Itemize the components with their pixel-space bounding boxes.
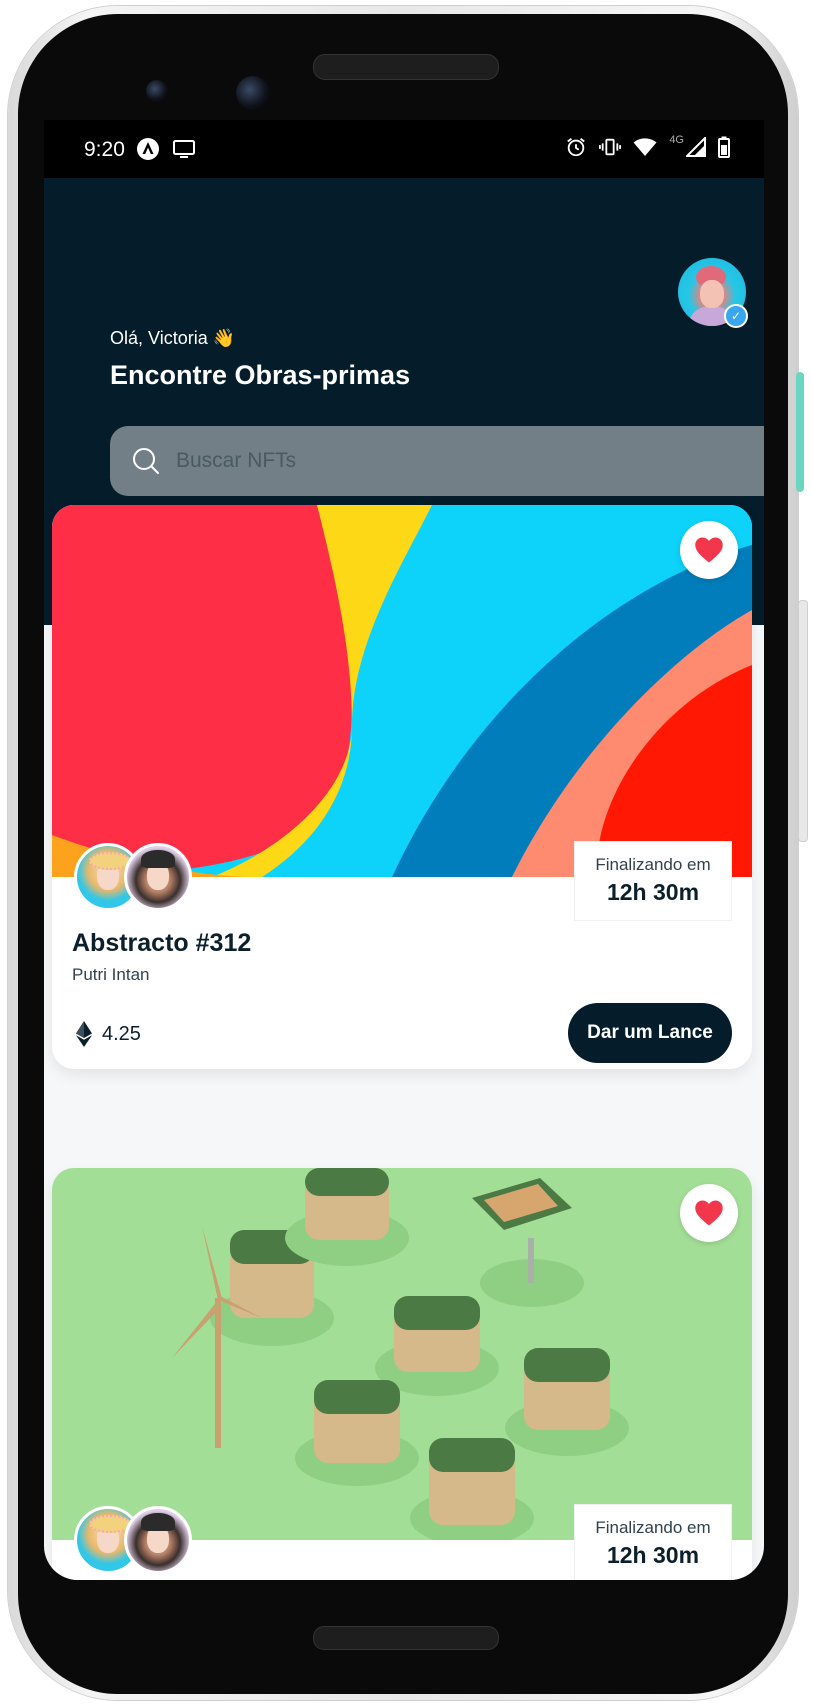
- nft-image-abstract[interactable]: [52, 505, 752, 877]
- timer-label: Finalizando em: [595, 1518, 711, 1537]
- front-camera: [236, 76, 270, 110]
- vibrate-icon: [599, 138, 622, 156]
- timer-value: 12h 30m: [606, 1542, 700, 1568]
- nft-title: Abstracto #312: [72, 929, 252, 957]
- search-bar[interactable]: [110, 426, 764, 496]
- page-title: Encontre Obras-primas: [110, 360, 411, 390]
- heart-icon: [695, 537, 723, 563]
- auction-timer: Finalizando em 12h 30m: [574, 1504, 732, 1580]
- search-icon: [133, 448, 159, 474]
- app-notification-icon: [137, 138, 159, 160]
- owner-avatar[interactable]: [124, 843, 192, 911]
- owner-avatars: [74, 843, 204, 913]
- status-time: 9:20: [84, 138, 125, 161]
- favorite-button[interactable]: [680, 1184, 738, 1242]
- bottom-speaker: [313, 1626, 499, 1650]
- greeting-text: Olá, Victoria 👋: [110, 328, 236, 348]
- app-screen: 9:20 4G ✓ Olá, Victoria 👋 Encontre Obras…: [44, 120, 764, 1580]
- profile-avatar[interactable]: ✓: [678, 258, 748, 328]
- place-bid-button[interactable]: Dar um Lance: [568, 1003, 732, 1063]
- price-value: 4.25: [102, 1022, 141, 1045]
- nft-creator: Putri Intan: [72, 965, 150, 984]
- owner-avatar[interactable]: [124, 1506, 192, 1574]
- timer-value: 12h 30m: [606, 879, 700, 905]
- owner-avatars: [74, 1506, 204, 1576]
- nft-price: 4.25: [76, 1021, 141, 1047]
- abstract-artwork: [52, 505, 752, 877]
- ethereum-icon: [76, 1021, 92, 1047]
- battery-icon: [718, 136, 730, 158]
- network-type: 4G: [669, 134, 684, 146]
- heart-icon: [695, 1200, 723, 1226]
- timer-label: Finalizando em: [595, 855, 711, 874]
- verified-badge-icon: ✓: [724, 304, 748, 328]
- auction-timer: Finalizando em 12h 30m: [574, 841, 732, 921]
- earpiece-speaker: [313, 54, 499, 80]
- isometric-artwork: [52, 1168, 752, 1540]
- signal-icon: [686, 137, 706, 157]
- favorite-button[interactable]: [680, 521, 738, 579]
- nft-image-isometric[interactable]: [52, 1168, 752, 1540]
- volume-button: [798, 600, 808, 842]
- search-input[interactable]: [174, 448, 764, 474]
- wifi-icon: [633, 138, 657, 156]
- nft-card[interactable]: Finalizando em 12h 30m: [52, 1168, 752, 1580]
- cast-icon: [173, 140, 195, 158]
- nft-card[interactable]: Finalizando em 12h 30m Abstracto #312 Pu…: [52, 505, 752, 1069]
- alarm-icon: [567, 138, 586, 157]
- front-sensor: [146, 80, 168, 102]
- power-button: [796, 372, 804, 492]
- status-bar: 9:20 4G: [44, 120, 764, 178]
